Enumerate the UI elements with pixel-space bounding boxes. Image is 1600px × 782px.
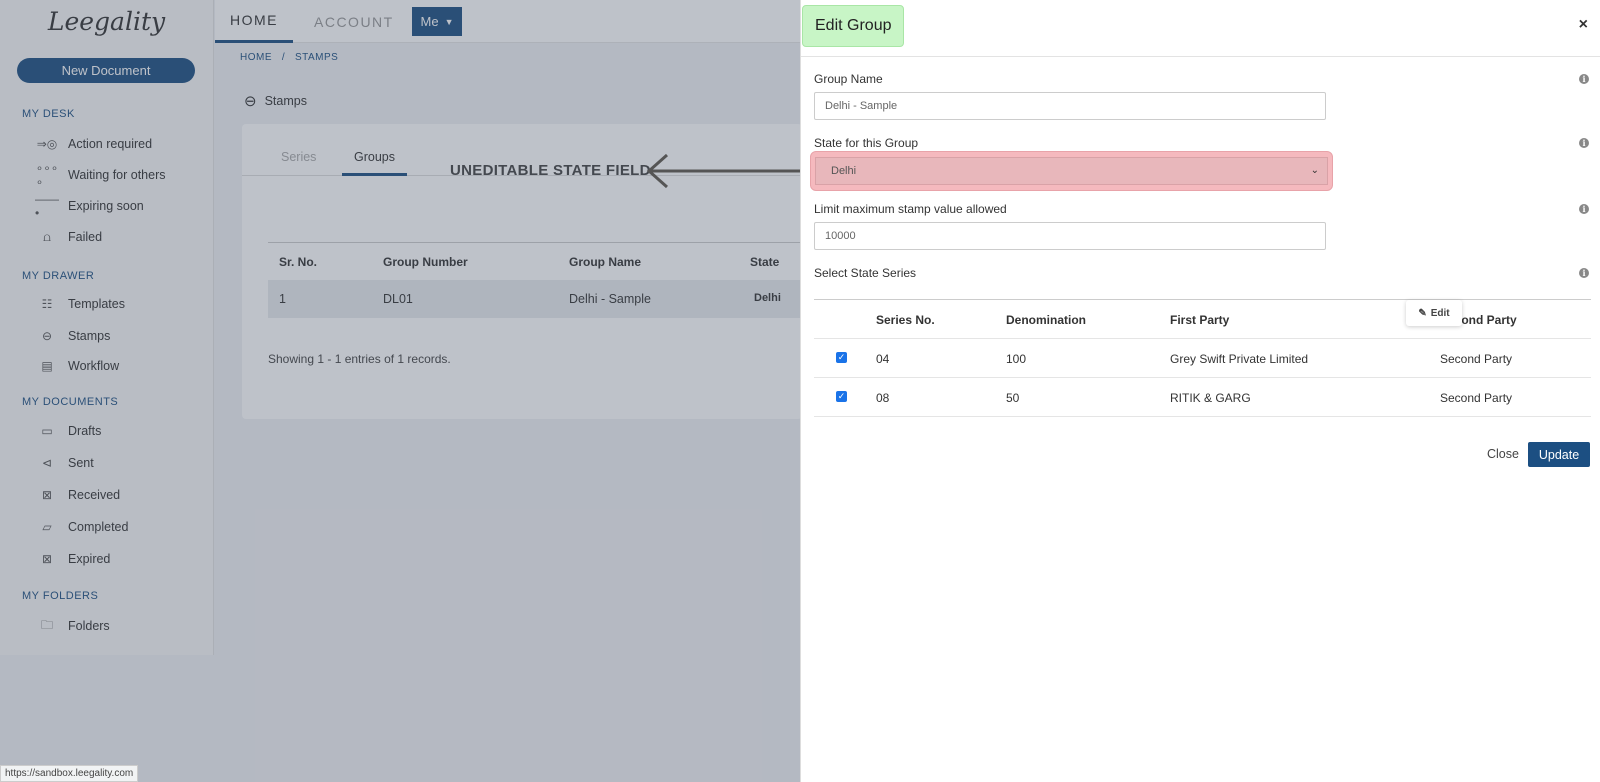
modal-backdrop[interactable] bbox=[0, 0, 800, 782]
close-button[interactable]: Close bbox=[1487, 447, 1519, 461]
edit-tooltip-label: Edit bbox=[1430, 307, 1450, 319]
table-row: ✓ 08 50 RITIK & GARG Second Party bbox=[814, 378, 1591, 417]
chevron-down-icon: ⌄ bbox=[1310, 165, 1319, 176]
status-url: https://sandbox.leegality.com bbox=[0, 765, 139, 782]
group-name-label: Group Name bbox=[814, 72, 883, 86]
cell-first-party: RITIK & GARG bbox=[1170, 391, 1251, 405]
header-first-party: First Party bbox=[1170, 313, 1230, 327]
close-icon[interactable]: × bbox=[1579, 16, 1588, 34]
cell-denomination: 50 bbox=[1006, 391, 1020, 405]
edit-tooltip[interactable]: ✎ Edit bbox=[1406, 300, 1462, 326]
table-row: ✓ 04 100 Grey Swift Private Limited Seco… bbox=[814, 339, 1591, 378]
series-table: Series No. Denomination First Party Seco… bbox=[814, 299, 1591, 417]
limit-input[interactable]: 10000 bbox=[814, 222, 1326, 250]
state-select: Delhi ⌄ bbox=[815, 157, 1328, 185]
series-checkbox[interactable]: ✓ bbox=[836, 391, 847, 402]
header-series-no: Series No. bbox=[876, 313, 935, 327]
info-icon[interactable]: i bbox=[1579, 268, 1589, 278]
cell-second-party: Second Party bbox=[1440, 391, 1513, 405]
panel-title: Edit Group bbox=[802, 5, 905, 47]
limit-label: Limit maximum stamp value allowed bbox=[814, 202, 1007, 216]
info-icon[interactable]: i bbox=[1579, 204, 1589, 214]
group-name-input[interactable]: Delhi - Sample bbox=[814, 92, 1326, 120]
info-icon[interactable]: i bbox=[1579, 74, 1589, 84]
edit-icon: ✎ bbox=[1418, 307, 1427, 319]
series-table-header: Series No. Denomination First Party Seco… bbox=[814, 300, 1591, 339]
cell-series-no: 04 bbox=[876, 352, 890, 366]
select-series-label: Select State Series bbox=[814, 266, 917, 280]
edit-group-panel: Edit Group × Group Name i Delhi - Sample… bbox=[800, 0, 1600, 782]
update-button[interactable]: Update bbox=[1528, 442, 1590, 467]
cell-series-no: 08 bbox=[876, 391, 890, 405]
state-select-value: Delhi bbox=[831, 165, 857, 177]
info-icon[interactable]: i bbox=[1579, 138, 1589, 148]
series-checkbox[interactable]: ✓ bbox=[836, 352, 847, 363]
panel-header: Edit Group × bbox=[801, 0, 1600, 57]
state-label: State for this Group bbox=[814, 136, 919, 150]
cell-first-party: Grey Swift Private Limited bbox=[1170, 352, 1309, 366]
header-denomination: Denomination bbox=[1006, 313, 1086, 327]
cell-denomination: 100 bbox=[1006, 352, 1027, 366]
annotation-arrow-icon bbox=[646, 153, 805, 189]
cell-second-party: Second Party bbox=[1440, 352, 1513, 366]
state-highlight: Delhi ⌄ bbox=[810, 151, 1333, 191]
